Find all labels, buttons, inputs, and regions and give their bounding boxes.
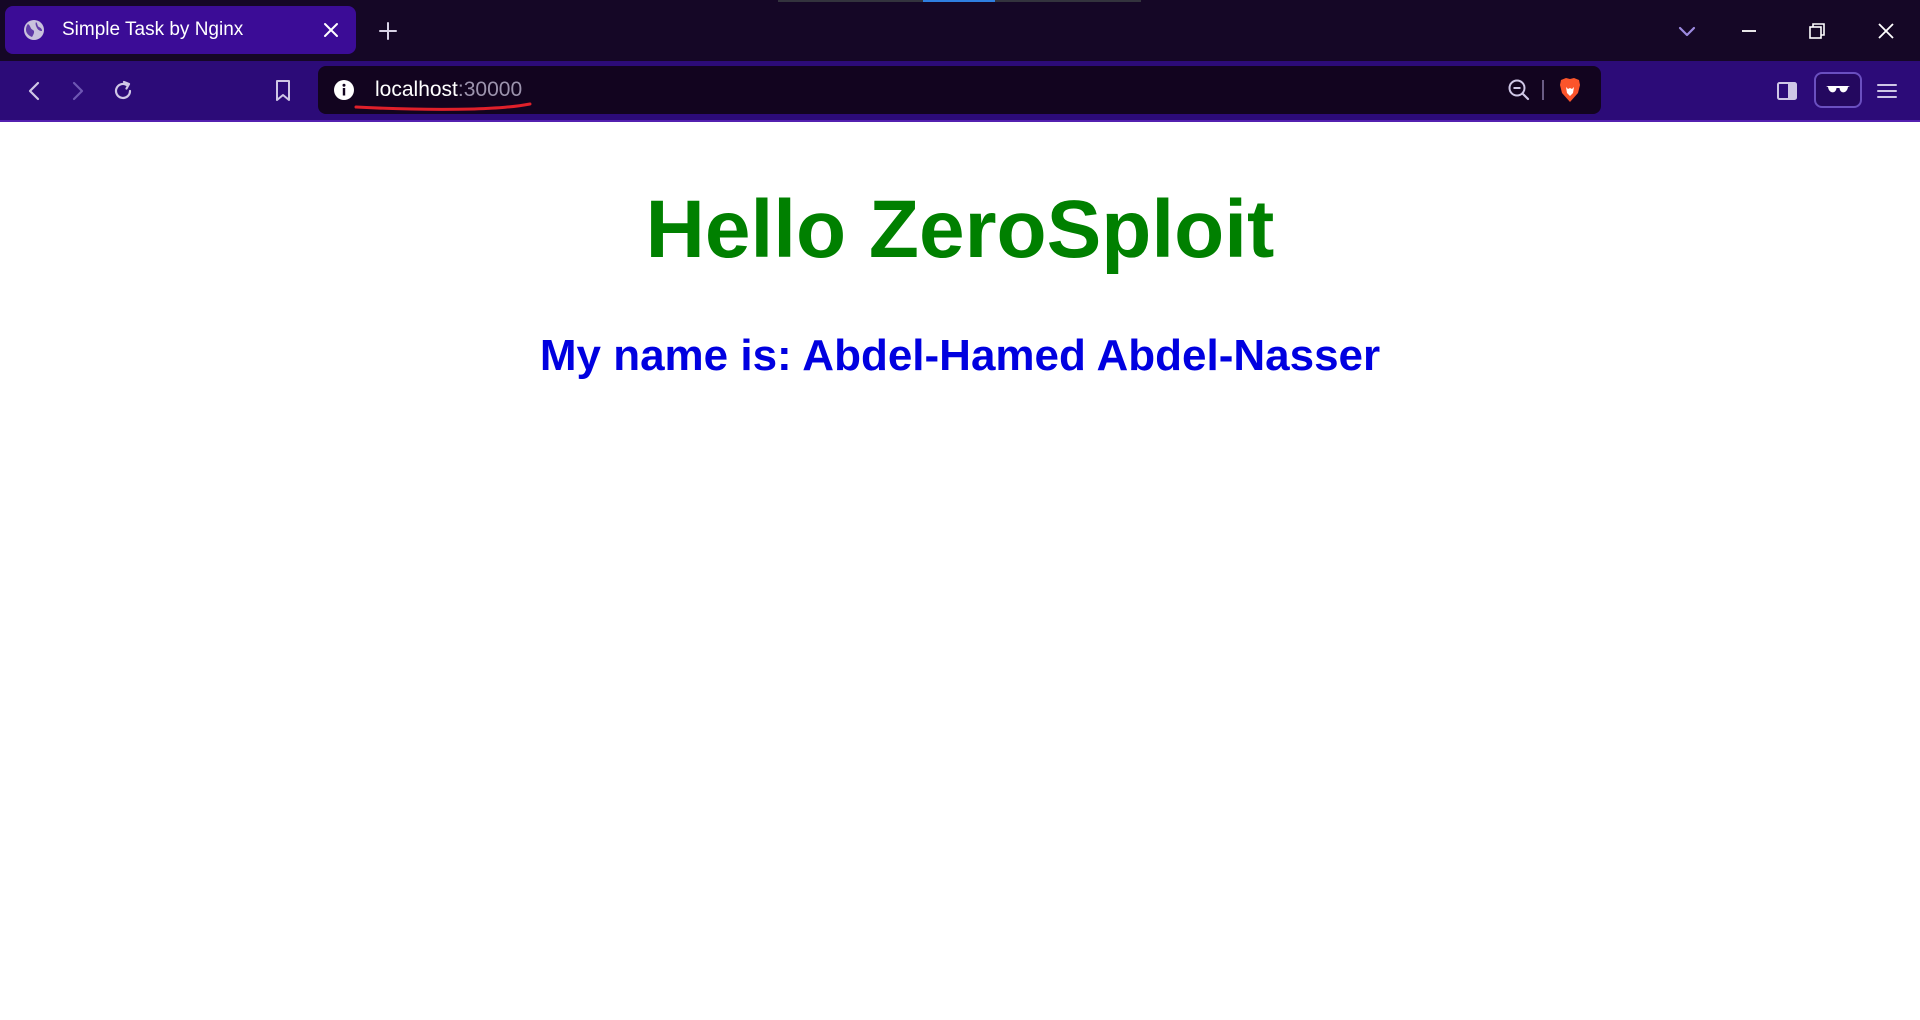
plus-icon (379, 22, 397, 40)
bookmark-button[interactable] (268, 76, 298, 106)
tab-title: Simple Task by Nginx (62, 19, 244, 40)
tab-active[interactable]: Simple Task by Nginx (5, 6, 356, 54)
minimize-icon (1742, 30, 1756, 32)
page-viewport: Hello ZeroSploit My name is: Abdel-Hamed… (0, 122, 1920, 1020)
tab-list-button[interactable] (1674, 18, 1700, 44)
url-host: localhost (375, 78, 458, 101)
chevron-down-icon (1678, 26, 1696, 37)
url-separator (1542, 80, 1544, 100)
restore-button[interactable] (1802, 16, 1832, 46)
forward-button[interactable] (63, 76, 93, 106)
close-icon (1878, 23, 1894, 39)
close-icon[interactable] (320, 19, 342, 41)
new-tab-button[interactable] (374, 17, 402, 45)
sidebar-button[interactable] (1772, 76, 1802, 106)
address-bar[interactable]: localhost:30000 (318, 66, 1601, 114)
drag-indicator (778, 0, 1141, 2)
glasses-icon (1826, 86, 1850, 93)
page-subheading: My name is: Abdel-Hamed Abdel-Nasser (539, 331, 1381, 380)
globe-icon (22, 18, 46, 42)
zoom-out-icon[interactable] (1506, 77, 1532, 103)
url-text[interactable]: localhost:30000 (375, 77, 522, 103)
reload-icon (114, 80, 132, 100)
window-close-button[interactable] (1871, 16, 1901, 46)
minimize-button[interactable] (1734, 16, 1764, 46)
drag-indicator-active (923, 0, 995, 2)
url-port: :30000 (457, 78, 523, 101)
info-icon[interactable] (332, 78, 356, 102)
main-menu-button[interactable] (1872, 76, 1902, 106)
back-arrow-icon (28, 81, 40, 101)
back-button[interactable] (19, 76, 49, 106)
bookmark-icon (276, 80, 290, 101)
reload-button[interactable] (108, 76, 138, 106)
restore-icon (1809, 23, 1825, 39)
reader-mode-button[interactable] (1814, 72, 1862, 108)
red-underline-annotation (354, 102, 532, 111)
brave-lion-icon[interactable] (1556, 75, 1584, 105)
hamburger-menu-icon (1877, 84, 1897, 98)
forward-arrow-icon (72, 81, 84, 101)
sidebar-icon (1777, 82, 1797, 100)
tab-strip: Simple Task by Nginx (0, 0, 1920, 61)
page-heading: Hello ZeroSploit (645, 184, 1275, 275)
